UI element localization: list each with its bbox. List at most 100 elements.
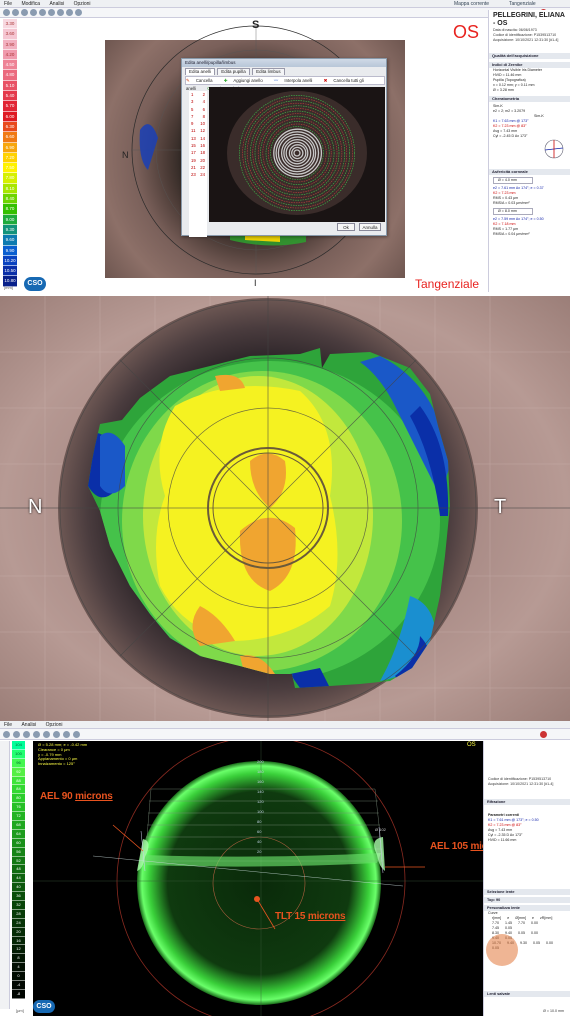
edit-rings-dialog[interactable]: Edita anelli/pupilla/limbus Edita anelli… <box>181 58 387 237</box>
export-icon[interactable] <box>75 9 82 16</box>
section-keratometry[interactable]: Cheratometria <box>489 96 570 102</box>
ring-row[interactable]: 11 12 <box>189 127 207 134</box>
scale-step: 6.60 <box>3 132 17 143</box>
inferior-label: I <box>254 278 257 288</box>
scale-step: 10.50 <box>3 266 17 277</box>
ring-row[interactable]: 21 22 <box>189 164 207 171</box>
scale-step: 9.60 <box>3 235 17 246</box>
save-icon[interactable] <box>21 9 28 16</box>
tlt-annotation: TLT 15 microns <box>275 911 346 922</box>
interpolate-tool[interactable]: 〰 Interpola anelli <box>274 78 317 83</box>
scale-step: 4.20 <box>3 49 17 61</box>
current-map-label: Mappa corrente <box>454 1 490 7</box>
section-quality[interactable]: Qualità dell'acquisizione <box>489 53 570 59</box>
ring-row[interactable]: 34 <box>189 98 207 105</box>
zoom-icon[interactable] <box>43 731 50 738</box>
asph-diameter-2[interactable]: Ø = 8.0 mm <box>493 208 533 215</box>
menu-opzioni[interactable]: Opzioni <box>74 1 91 7</box>
map-icon[interactable] <box>48 9 55 16</box>
close-icon[interactable] <box>540 731 547 738</box>
temporal-label: T <box>494 496 507 518</box>
axis-icon <box>544 139 564 159</box>
compare-icon[interactable] <box>63 731 70 738</box>
ring-list[interactable]: 1 2 3 4 5 6 7 8 9 10 11 12 13 14 15 16 17 18 19 20 21 22 23 24 <box>189 91 207 237</box>
new-icon[interactable] <box>3 9 10 16</box>
ring-row[interactable]: 9 10 <box>189 120 207 127</box>
tools-icon[interactable] <box>73 731 80 738</box>
composite-screenshot: File Modifica Analisi Opzioni Mappa corr… <box>0 0 570 1019</box>
asph-diameter-1[interactable]: Ø = 4.0 mm <box>493 177 533 184</box>
section-lens-select[interactable]: Selezione lente <box>484 889 570 895</box>
scale-step: 8 <box>12 954 25 964</box>
section-saved-lenses[interactable]: Lenti salvate <box>484 991 570 997</box>
scale-step: 64 <box>12 829 25 839</box>
section-asphericity[interactable]: Asfericità corneale <box>489 169 570 175</box>
menu-analisi[interactable]: Analisi <box>49 1 64 7</box>
asph2-rmsa: RMS/A = 0.04 μm/mm² <box>493 232 530 236</box>
scale-step: 20 <box>12 927 25 937</box>
scale-step: 6.90 <box>3 142 17 153</box>
profile-tick-label: 60 <box>257 829 262 834</box>
lens-panel: Codice di identificazione: P1539513710 A… <box>483 741 570 1016</box>
ring-row[interactable]: 17 18 <box>189 149 207 156</box>
compare-icon[interactable] <box>57 9 64 16</box>
lens-params: Ø = 5.28 mm; e = -0.42 mm Clearance = 0 … <box>38 742 87 767</box>
ring-row[interactable]: 13 14 <box>189 135 207 142</box>
delete-tool[interactable]: ✎ Cancella <box>186 78 218 83</box>
scale-step: -4 <box>12 981 25 990</box>
tab-edit-rings[interactable]: Edita anelli <box>185 68 216 75</box>
side-toolbar[interactable] <box>0 741 10 1009</box>
tab-edit-limbus[interactable]: Edita limbus <box>252 68 285 75</box>
clearance-scale: 104 100 96 92 88 84 80 76 72 68 64 60 56 52 48 44 40 36 32… <box>12 741 25 999</box>
scale-unit: [μm] <box>16 1008 24 1013</box>
ring-row[interactable]: 19 20 <box>189 157 207 164</box>
scale-step: 60 <box>12 838 25 848</box>
current-map-value[interactable]: Tangenziale <box>509 0 536 8</box>
scale-step: 5.10 <box>3 80 17 92</box>
fluorescein-simulation: 200 180 160 140 120 100 80 60 40 20 Ø 102 <box>33 741 483 1016</box>
zoom-icon[interactable] <box>39 9 46 16</box>
menu-file[interactable]: File <box>4 1 12 7</box>
scale-step: 40 <box>12 883 25 893</box>
menu-opzioni[interactable]: Opzioni <box>46 722 63 728</box>
ring-row[interactable]: 78 <box>189 113 207 120</box>
ring-row[interactable]: 15 16 <box>189 142 207 149</box>
lens-icon[interactable] <box>53 731 60 738</box>
scale-step: 0 <box>12 972 25 982</box>
tools-icon[interactable] <box>66 9 73 16</box>
section-top[interactable]: Top: 90 <box>484 897 570 903</box>
scale-step: 80 <box>12 794 25 804</box>
scale-step: 56 <box>12 847 25 857</box>
section-refraction[interactable]: Rifrazione <box>484 799 570 805</box>
print-icon[interactable] <box>33 731 40 738</box>
menu-modifica[interactable]: Modifica <box>21 1 40 7</box>
color-scale: 3.30 3.60 3.90 4.20 4.50 4.80 5.10 5.40 5.70 6.00… <box>3 19 17 287</box>
save-icon[interactable] <box>23 731 30 738</box>
scale-step: 28 <box>12 909 25 919</box>
placido-rings-view[interactable] <box>209 87 385 222</box>
nasal-label: N <box>122 150 129 160</box>
print-icon[interactable] <box>30 9 37 16</box>
ok-button[interactable]: Ok <box>337 223 355 231</box>
pupil-diameter: Ø = 3.28 mm <box>493 88 514 92</box>
scale-unit: [mm] <box>4 285 13 290</box>
ring-row[interactable]: 12 <box>189 91 207 98</box>
profile-tick-label: 100 <box>257 809 264 814</box>
scale-step: 100 <box>12 749 25 759</box>
add-ring-tool[interactable]: ✚ Aggiungi anello <box>224 78 268 83</box>
scale-step: 7.50 <box>3 163 17 174</box>
cancel-button[interactable]: Annulla <box>359 223 381 231</box>
ring-row[interactable]: 56 <box>189 106 207 113</box>
menu-file[interactable]: File <box>4 722 12 728</box>
tab-edit-pupil[interactable]: Edita pupilla <box>217 68 250 75</box>
open-icon[interactable] <box>13 731 20 738</box>
scale-step: 6.00 <box>3 111 17 122</box>
menu-analisi[interactable]: Analisi <box>21 722 36 728</box>
topography-window: File Modifica Analisi Opzioni Mappa corr… <box>0 0 570 292</box>
new-icon[interactable] <box>3 731 10 738</box>
scale-step: 5.70 <box>3 101 17 112</box>
open-icon[interactable] <box>12 9 19 16</box>
ring-row[interactable]: 23 24 <box>189 171 207 178</box>
scale-step: 3.90 <box>3 39 17 50</box>
lens-fitting-window: File Analisi Opzioni 104 100 96 92 88 84 80 76 7… <box>0 721 570 1019</box>
